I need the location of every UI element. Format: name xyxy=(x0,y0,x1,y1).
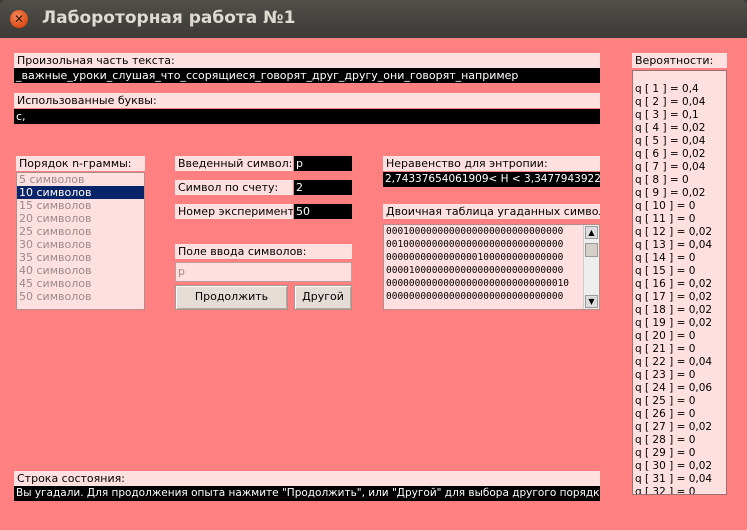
text-section-value: _важные_уроки_слушая_что_ссорящиеся_гово… xyxy=(14,68,600,83)
probability-item: q [ 1 ] = 0,4 xyxy=(635,83,699,95)
ngram-list-item[interactable]: 50 символов xyxy=(17,290,144,303)
arrow-up-icon[interactable]: ▲ xyxy=(585,226,598,239)
status-value: Вы угадали. Для продолжения опыта нажмит… xyxy=(14,486,600,501)
other-button[interactable]: Другой xyxy=(294,285,352,310)
experiment-number-value: 50 xyxy=(294,204,352,219)
probabilities-label: Вероятности: xyxy=(632,53,727,68)
probability-item: q [ 3 ] = 0,1 xyxy=(635,109,699,121)
ngram-label: Порядок n-граммы: xyxy=(16,156,145,171)
symbol-input[interactable]: р xyxy=(175,262,352,282)
probability-item: q [ 27 ] = 0,02 xyxy=(635,421,713,433)
probability-item: q [ 21 ] = 0 xyxy=(635,343,696,355)
probability-item: q [ 18 ] = 0,02 xyxy=(635,304,713,316)
ngram-list-item[interactable]: 40 символов xyxy=(17,264,144,277)
probability-item: q [ 14 ] = 0 xyxy=(635,252,696,264)
continue-button[interactable]: Продолжить xyxy=(175,285,288,310)
used-letters-label: Использованные буквы: xyxy=(14,93,600,108)
probability-item: q [ 4 ] = 0,02 xyxy=(635,122,706,134)
probability-item: q [ 7 ] = 0,04 xyxy=(635,161,706,173)
probability-item: q [ 19 ] = 0,02 xyxy=(635,317,713,329)
binary-table-label: Двоичная таблица угаданных символов: xyxy=(383,204,600,219)
probability-item: q [ 11 ] = 0 xyxy=(635,213,696,225)
probability-item: q [ 16 ] = 0,02 xyxy=(635,278,713,290)
entered-symbol-value: р xyxy=(294,156,352,171)
binary-table-row: 00000000000000000000000000000010 xyxy=(386,278,570,289)
probability-item: q [ 26 ] = 0 xyxy=(635,408,696,420)
ngram-listbox[interactable]: 5 символов 10 символов 15 символов 20 симво… xyxy=(16,172,145,310)
symbol-input-label: Поле ввода символов: xyxy=(175,244,352,259)
binary-table-row: 0000000000000000000000000000000 xyxy=(386,291,564,302)
binary-table-scrollbar[interactable]: ▲ ▼ xyxy=(583,225,599,309)
entropy-value: 2,74337654061909< H < 3,34779439228777 xyxy=(383,172,600,187)
probability-item: q [ 25 ] = 0 xyxy=(635,395,696,407)
symbol-count-value: 2 xyxy=(294,180,352,195)
probability-item: q [ 23 ] = 0 xyxy=(635,369,696,381)
scroll-thumb[interactable] xyxy=(585,243,598,257)
ngram-list-item[interactable]: 45 символов xyxy=(17,277,144,290)
ngram-list-item[interactable]: 20 символов xyxy=(17,212,144,225)
probability-item: q [ 5 ] = 0,04 xyxy=(635,135,706,147)
probability-item: q [ 22 ] = 0,04 xyxy=(635,356,713,368)
client-area: Произольная часть текста: _важные_уроки_… xyxy=(0,38,747,530)
ngram-list-item[interactable]: 25 символов xyxy=(17,225,144,238)
ngram-list-item[interactable]: 15 символов xyxy=(17,199,144,212)
probability-item: q [ 13 ] = 0,04 xyxy=(635,239,713,251)
probability-item: q [ 12 ] = 0,02 xyxy=(635,226,713,238)
window-title: Лабороторная работа №1 xyxy=(42,8,296,28)
binary-table[interactable]: 0001000000000000000000000000000 001000000… xyxy=(383,224,600,310)
ngram-list-item[interactable]: 30 символов xyxy=(17,238,144,251)
probability-item: q [ 2 ] = 0,04 xyxy=(635,96,706,108)
ngram-list-item[interactable]: 5 символов xyxy=(17,173,144,186)
probability-item: q [ 24 ] = 0,06 xyxy=(635,382,713,394)
probability-item: q [ 6 ] = 0,02 xyxy=(635,148,706,160)
arrow-down-icon[interactable]: ▼ xyxy=(585,295,598,308)
binary-table-row: 0000000000000000100000000000000 xyxy=(386,252,564,263)
probability-item: q [ 8 ] = 0 xyxy=(635,174,689,186)
ngram-list-item[interactable]: 35 символов xyxy=(17,251,144,264)
binary-table-row: 0001000000000000000000000000000 xyxy=(386,226,564,237)
probability-item: q [ 28 ] = 0 xyxy=(635,434,696,446)
probability-item: q [ 9 ] = 0,02 xyxy=(635,187,706,199)
binary-table-row: 0010000000000000000000000000000 xyxy=(386,239,564,250)
text-section-label: Произольная часть текста: xyxy=(14,53,600,68)
ngram-list-item[interactable]: 10 символов xyxy=(17,186,144,199)
probability-item: q [ 10 ] = 0 xyxy=(635,200,696,212)
probability-item: q [ 30 ] = 0,02 xyxy=(635,460,713,472)
probability-item: q [ 32 ] = 0 xyxy=(635,486,696,495)
entropy-label: Неравенство для энтропии: xyxy=(383,156,600,171)
used-letters-value: с, xyxy=(14,109,600,124)
probability-item: q [ 17 ] = 0,02 xyxy=(635,291,713,303)
probability-item: q [ 31 ] = 0,04 xyxy=(635,473,713,485)
probability-item: q [ 15 ] = 0 xyxy=(635,265,696,277)
status-label: Строка состояния: xyxy=(14,471,600,486)
experiment-number-label: Номер эксперимента: xyxy=(175,204,293,219)
probabilities-list[interactable]: q [ 1 ] = 0,4 q [ 2 ] = 0,04 q [ 3 ] = 0,1… xyxy=(632,70,727,495)
entered-symbol-label: Введенный символ: xyxy=(175,156,293,171)
probability-item: q [ 20 ] = 0 xyxy=(635,330,696,342)
symbol-count-label: Символ по счету: xyxy=(175,180,293,195)
close-icon[interactable]: ✕ xyxy=(10,10,28,28)
title-bar: ✕ Лабороторная работа №1 xyxy=(0,0,747,38)
probability-item: q [ 29 ] = 0 xyxy=(635,447,696,459)
binary-table-row: 0000100000000000000000000000000 xyxy=(386,265,564,276)
